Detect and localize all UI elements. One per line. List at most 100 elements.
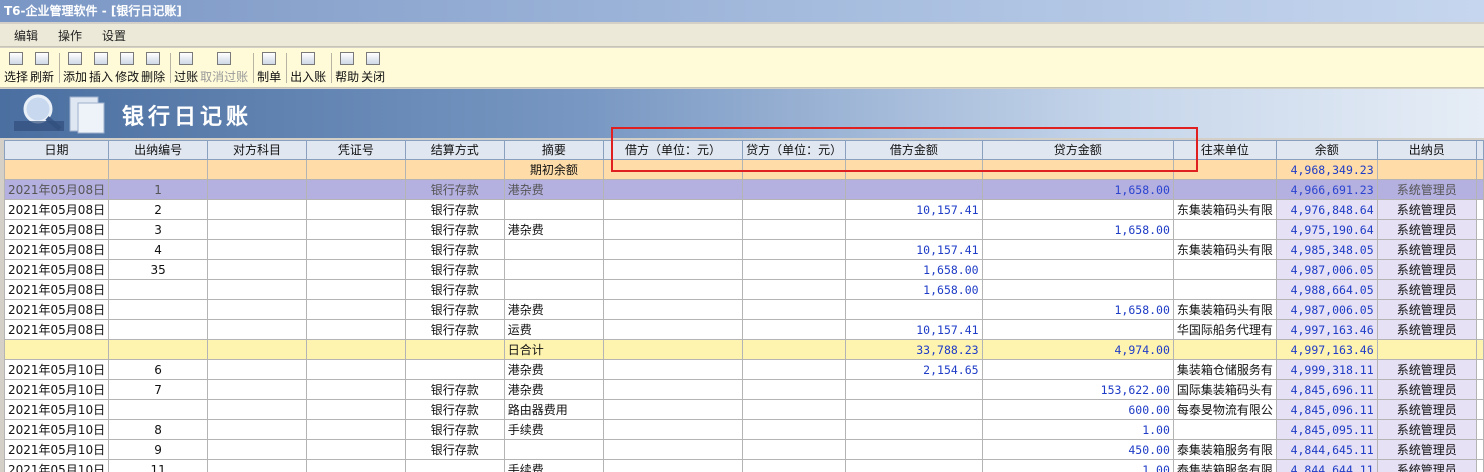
cell-7[interactable]	[742, 399, 847, 420]
cell-4[interactable]: 银行存款	[404, 199, 505, 220]
cell-11[interactable]: 4,845,095.11	[1275, 419, 1378, 440]
table-row[interactable]: 2021年05月08日 银行存款 港杂费 1,658.00 东集装箱码头有限 4,987,…	[4, 299, 1484, 320]
cell-5[interactable]	[503, 439, 604, 460]
cell-4[interactable]	[404, 159, 505, 180]
cell-0[interactable]	[4, 159, 110, 180]
cell-5[interactable]: 期初余额	[503, 159, 604, 180]
cell-8[interactable]	[845, 299, 983, 320]
cell-4[interactable]: 银行存款	[404, 399, 505, 420]
cell-3[interactable]	[306, 319, 406, 340]
cell-7[interactable]	[742, 459, 847, 472]
cell-9[interactable]	[981, 359, 1174, 380]
cell-10[interactable]	[1172, 339, 1277, 360]
cell-4[interactable]: 银行存款	[404, 239, 505, 260]
cell-2[interactable]	[207, 219, 308, 240]
cell-8[interactable]	[845, 419, 983, 440]
cell-7[interactable]	[742, 199, 847, 220]
cell-1[interactable]: 35	[108, 259, 209, 280]
column-header-0[interactable]: 日期	[4, 140, 110, 160]
cell-12[interactable]: 系统管理员	[1376, 439, 1477, 460]
cell-9[interactable]: 153,622.00	[981, 379, 1174, 400]
cell-4[interactable]: 银行存款	[404, 219, 505, 240]
toolbar-button-help[interactable]: 帮助	[335, 47, 359, 87]
cell-12[interactable]: 系统管理员	[1376, 379, 1477, 400]
table-row[interactable]: 2021年05月08日 35 银行存款 1,658.00 4,987,006.05 系统管…	[4, 259, 1484, 280]
journal-grid[interactable]: 日期 出纳编号 对方科目 凭证号 结算方式 摘要 借方（单位：元） 贷方（单位：元） 借方金额贷…	[4, 140, 1484, 472]
cell-10[interactable]: 集装箱仓储服务有	[1172, 359, 1277, 380]
cell-6[interactable]	[602, 179, 744, 200]
cell-8[interactable]	[845, 379, 983, 400]
cell-5[interactable]: 日合计	[503, 339, 604, 360]
cell-5[interactable]: 路由器费用	[503, 399, 604, 420]
cell-11[interactable]: 4,985,348.05	[1275, 239, 1378, 260]
cell-0[interactable]: 2021年05月08日	[4, 279, 110, 300]
cell-2[interactable]	[207, 339, 308, 360]
cell-12[interactable]: 系统管理员	[1376, 179, 1477, 200]
cell-0[interactable]: 2021年05月08日	[4, 259, 110, 280]
cell-11[interactable]: 4,987,006.05	[1275, 299, 1378, 320]
cell-7[interactable]	[742, 359, 847, 380]
cell-7[interactable]	[742, 319, 847, 340]
cell-10[interactable]	[1172, 419, 1277, 440]
cell-10[interactable]	[1172, 259, 1277, 280]
cell-11[interactable]: 4,987,006.05	[1275, 259, 1378, 280]
cell-10[interactable]	[1172, 159, 1277, 180]
cell-6[interactable]	[602, 319, 744, 340]
cell-7[interactable]	[742, 339, 847, 360]
cell-12[interactable]: 系统管理员	[1376, 319, 1477, 340]
cell-7[interactable]	[742, 379, 847, 400]
toolbar-button-select[interactable]: 选择	[4, 47, 28, 87]
cell-6[interactable]	[602, 259, 744, 280]
cell-9[interactable]: 4,974.00	[981, 339, 1174, 360]
cell-9[interactable]: 1,658.00	[981, 179, 1174, 200]
cell-11[interactable]: 4,999,318.11	[1275, 359, 1378, 380]
cell-8[interactable]	[845, 179, 983, 200]
cell-3[interactable]	[306, 459, 406, 472]
cell-0[interactable]: 2021年05月10日	[4, 459, 110, 472]
cell-7[interactable]	[742, 179, 847, 200]
cell-11[interactable]: 4,966,691.23	[1275, 179, 1378, 200]
cell-3[interactable]	[306, 239, 406, 260]
cell-4[interactable]: 银行存款	[404, 179, 505, 200]
cell-0[interactable]: 2021年05月10日	[4, 399, 110, 420]
cell-0[interactable]: 2021年05月08日	[4, 239, 110, 260]
cell-1[interactable]	[108, 279, 209, 300]
cell-7[interactable]	[742, 259, 847, 280]
cell-0[interactable]: 2021年05月10日	[4, 359, 110, 380]
cell-9[interactable]	[981, 239, 1174, 260]
cell-3[interactable]	[306, 219, 406, 240]
cell-2[interactable]	[207, 259, 308, 280]
cell-1[interactable]: 8	[108, 419, 209, 440]
cell-10[interactable]: 泰集装箱服务有限	[1172, 439, 1277, 460]
cell-6[interactable]	[602, 459, 744, 472]
cell-10[interactable]	[1172, 179, 1277, 200]
cell-9[interactable]	[981, 319, 1174, 340]
cell-3[interactable]	[306, 179, 406, 200]
cell-2[interactable]	[207, 399, 308, 420]
cell-10[interactable]: 东集装箱码头有限	[1172, 199, 1277, 220]
cell-11[interactable]: 4,975,190.64	[1275, 219, 1378, 240]
cell-12[interactable]	[1376, 339, 1477, 360]
cell-10[interactable]: 每泰旻物流有限公	[1172, 399, 1277, 420]
cell-0[interactable]: 2021年05月08日	[4, 179, 110, 200]
cell-12[interactable]: 系统管理员	[1376, 199, 1477, 220]
cell-5[interactable]: 港杂费	[503, 179, 604, 200]
column-header-3[interactable]: 凭证号	[306, 140, 406, 160]
cell-3[interactable]	[306, 399, 406, 420]
cell-1[interactable]: 11	[108, 459, 209, 472]
column-header-2[interactable]: 对方科目	[207, 140, 308, 160]
cell-1[interactable]	[108, 339, 209, 360]
column-header-7[interactable]: 贷方（单位：元）	[742, 140, 847, 160]
cell-7[interactable]	[742, 279, 847, 300]
cell-2[interactable]	[207, 459, 308, 472]
cell-0[interactable]: 2021年05月08日	[4, 199, 110, 220]
cell-3[interactable]	[306, 339, 406, 360]
column-header-12[interactable]: 出纳员	[1376, 140, 1477, 160]
cell-11[interactable]: 4,997,163.46	[1275, 339, 1378, 360]
cell-7[interactable]	[742, 219, 847, 240]
toolbar-button-insert[interactable]: 插入	[89, 47, 113, 87]
cell-5[interactable]	[503, 279, 604, 300]
cell-3[interactable]	[306, 299, 406, 320]
cell-11[interactable]: 4,976,848.64	[1275, 199, 1378, 220]
cell-3[interactable]	[306, 279, 406, 300]
